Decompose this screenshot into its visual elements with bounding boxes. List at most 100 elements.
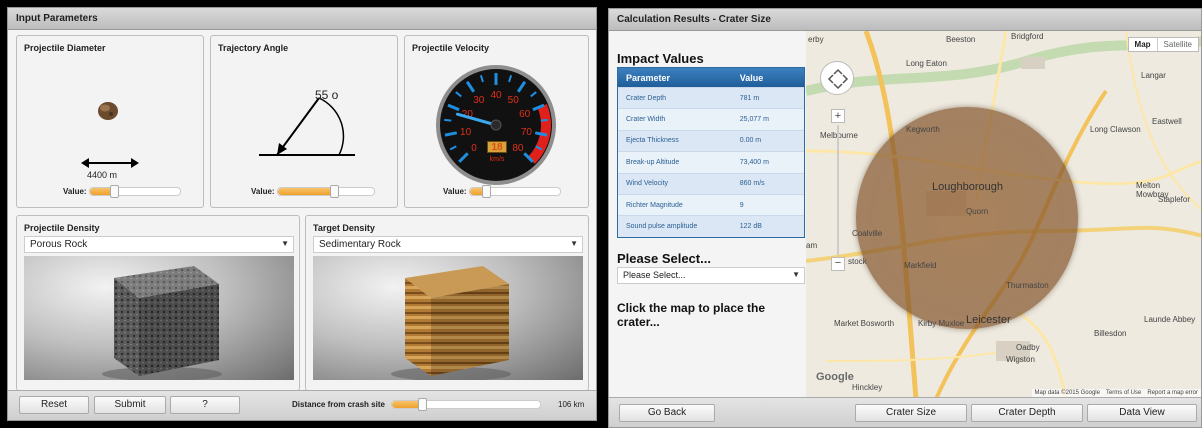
map-town-label: Long Eaton <box>906 59 947 68</box>
map-type-satellite[interactable]: Satellite <box>1156 38 1198 51</box>
angle-slider[interactable] <box>277 185 375 198</box>
map-town-label: Oadby <box>1016 343 1040 352</box>
pan-arrows-icon <box>827 68 849 90</box>
projectile-density-select[interactable]: Porous Rock ▼ <box>24 236 294 253</box>
velocity-title: Projectile Velocity <box>412 43 490 53</box>
table-row: Ejecta Thickness 0.00 m <box>618 129 804 152</box>
gauge-tick <box>444 118 452 122</box>
header-value: Value <box>739 72 764 83</box>
go-back-button[interactable]: Go Back <box>619 404 715 422</box>
map-town-label: stock <box>848 257 867 266</box>
row-value: 122 dB <box>739 223 762 231</box>
row-value: 73,400 m <box>739 158 769 166</box>
map-town-label: Loughborough <box>932 181 1003 193</box>
map-type-map[interactable]: Map <box>1129 38 1157 51</box>
map-terms-link[interactable]: Terms of Use <box>1106 390 1141 396</box>
crater-overlay <box>856 107 1078 329</box>
map-attribution: Map data ©2015 Google <box>1034 390 1100 396</box>
row-parameter: Wind Velocity <box>626 180 669 188</box>
crater-size-button[interactable]: Crater Size <box>855 404 967 422</box>
row-value: 9 <box>739 201 744 209</box>
diameter-slider-thumb[interactable] <box>110 185 120 198</box>
row-value: 860 m/s <box>739 180 765 188</box>
map-town-label: Markfield <box>904 261 937 270</box>
projectile-density-title: Projectile Density <box>24 223 100 233</box>
gauge-tick <box>540 118 548 122</box>
crater-map[interactable]: erby Beeston Bridgford Long Eaton Langar Kegw… <box>806 31 1201 399</box>
asteroid-icon <box>98 102 118 120</box>
map-town-label: Coalville <box>852 229 883 238</box>
gauge-label: 50 <box>508 95 520 106</box>
velocity-box: Projectile Velocity 0 10 20 30 40 50 60 70 80 18… <box>404 35 589 208</box>
table-row: Break-up Altitude 73,400 m <box>618 151 804 172</box>
velocity-slider[interactable] <box>469 185 561 198</box>
gauge-label: 80 <box>512 143 524 154</box>
row-parameter: Richter Magnitude <box>626 201 683 209</box>
diameter-value-label: Value: <box>63 187 87 196</box>
angle-readout: 55 o <box>315 88 339 102</box>
map-town-label: Kirby Muxloe <box>918 319 965 328</box>
target-density-select[interactable]: Sedimentary Rock ▼ <box>313 236 583 253</box>
zoom-track[interactable] <box>837 125 839 255</box>
map-town-label: Staplefor <box>1158 195 1191 204</box>
gauge-label: 70 <box>521 127 533 138</box>
please-select-dropdown[interactable]: Please Select... ▼ <box>617 267 805 284</box>
help-button[interactable]: ? <box>170 396 240 414</box>
angle-title: Trajectory Angle <box>218 43 289 53</box>
chevron-down-icon: ▼ <box>570 239 578 248</box>
distance-slider[interactable] <box>391 398 541 411</box>
calculation-results-panel: Calculation Results - Crater Size Impact… <box>608 8 1202 428</box>
please-select-value: Please Select... <box>623 270 686 280</box>
velocity-slider-thumb[interactable] <box>482 185 492 198</box>
diameter-box: Projectile Diameter 4400 m Value: <box>16 35 204 208</box>
map-instruction: Click the map to place the crater... <box>617 301 766 329</box>
map-town-label: Wigston <box>1006 355 1035 364</box>
reset-button[interactable]: Reset <box>19 396 89 414</box>
map-attribution-bar: Map data ©2015 Google Terms of Use Repor… <box>1031 389 1201 397</box>
width-arrow-icon <box>81 158 139 168</box>
distance-value: 106 km <box>558 400 585 409</box>
velocity-reading: 18 <box>487 141 507 153</box>
gauge-label: 30 <box>473 95 485 106</box>
distance-slider-thumb[interactable] <box>417 398 427 411</box>
table-row: Richter Magnitude 9 <box>618 193 804 215</box>
map-town-label: Eastwell <box>1152 117 1182 126</box>
gauge-label: 60 <box>519 109 531 120</box>
gauge-label: 0 <box>471 143 477 154</box>
row-parameter: Break-up Altitude <box>626 158 680 166</box>
table-header: Parameter Value <box>618 68 804 87</box>
data-view-button[interactable]: Data View <box>1087 404 1197 422</box>
map-town-label: Quorn <box>966 207 989 216</box>
sedimentary-rock-image <box>313 256 583 380</box>
target-density-selected: Sedimentary Rock <box>319 239 401 250</box>
velocity-unit: km/s <box>489 156 505 163</box>
diameter-title: Projectile Diameter <box>24 43 106 53</box>
map-town-label: Leicester <box>966 314 1011 326</box>
row-value: 0.00 m <box>739 137 762 145</box>
projectile-density-selected: Porous Rock <box>30 239 88 250</box>
target-density-title: Target Density <box>313 223 375 233</box>
angle-slider-thumb[interactable] <box>329 185 339 198</box>
row-parameter: Crater Depth <box>626 94 667 102</box>
porous-rock-image <box>24 256 294 380</box>
table-row: Wind Velocity 860 m/s <box>618 172 804 194</box>
angle-box: Trajectory Angle 55 o Value: <box>210 35 398 208</box>
map-town-label: Langar <box>1141 71 1166 80</box>
please-select-heading: Please Select... <box>617 251 711 266</box>
angle-value-label: Value: <box>251 187 275 196</box>
diameter-slider[interactable] <box>89 185 181 198</box>
map-town-label: Billesdon <box>1094 329 1127 338</box>
map-report-link[interactable]: Report a map error <box>1147 390 1198 396</box>
map-town-label: Launde Abbey <box>1144 315 1196 324</box>
map-town-label: Hinckley <box>852 383 883 392</box>
crater-depth-button[interactable]: Crater Depth <box>971 404 1083 422</box>
map-type-control: Map Satellite <box>1127 37 1199 52</box>
gauge-label: 40 <box>490 90 502 101</box>
speedometer-gauge: 0102030 40 50607080 <box>436 65 556 185</box>
zoom-out-button[interactable]: − <box>831 257 845 271</box>
impact-values-heading: Impact Values <box>617 51 704 66</box>
row-value: 25,077 m <box>739 116 769 124</box>
submit-button[interactable]: Submit <box>94 396 166 414</box>
pan-control[interactable] <box>820 61 854 95</box>
zoom-in-button[interactable]: + <box>831 109 845 123</box>
